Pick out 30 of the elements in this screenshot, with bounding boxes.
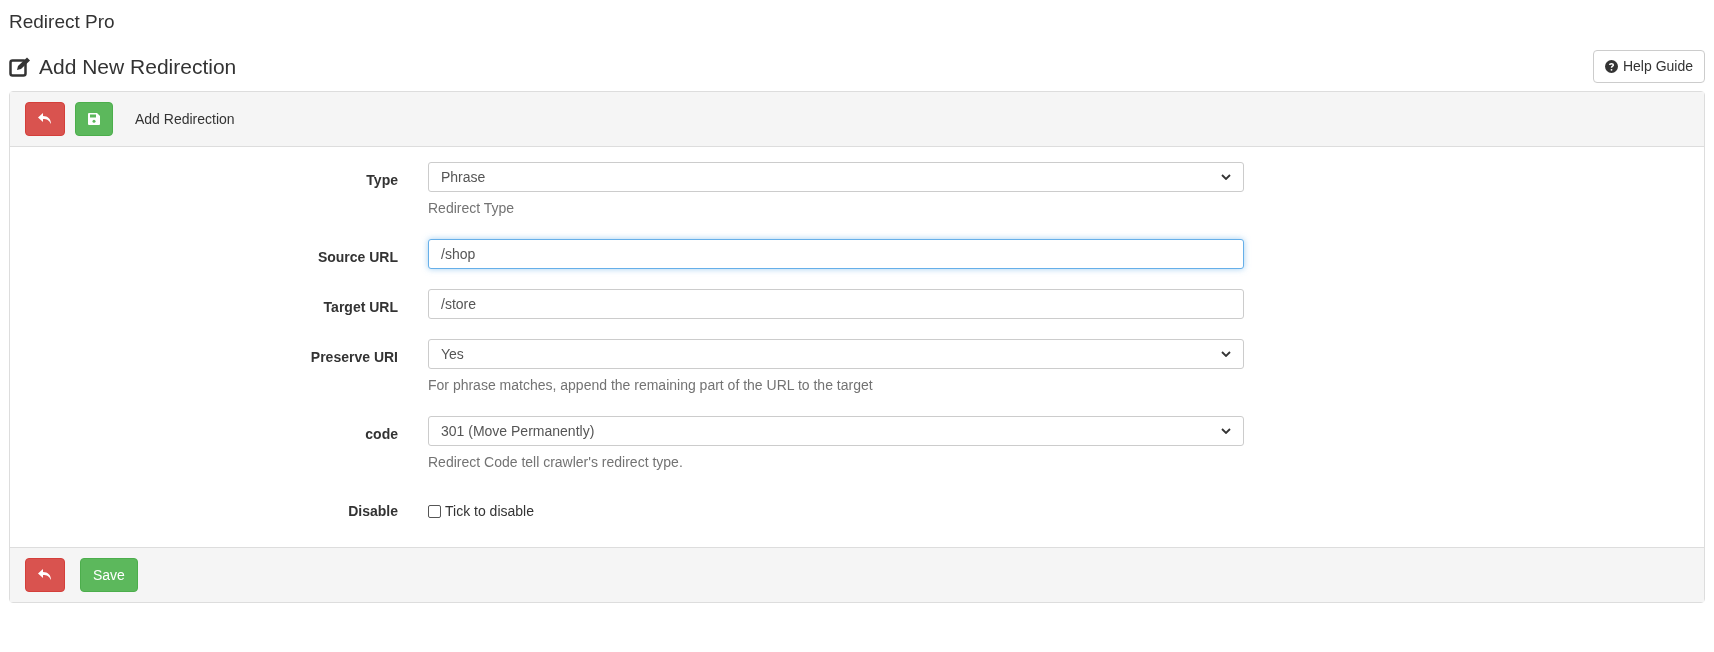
- field-label: Type: [366, 172, 398, 188]
- chevron-down-icon: [1221, 174, 1231, 180]
- dropdown[interactable]: Phrase: [428, 162, 1244, 192]
- edit-icon: [9, 56, 31, 77]
- checkbox-label: Tick to disable: [445, 502, 534, 521]
- panel-title: Add Redirection: [135, 109, 235, 129]
- reply-arrow-icon: [38, 113, 52, 125]
- field-label: Disable: [348, 503, 398, 519]
- page-heading: Add New Redirection: [39, 53, 237, 80]
- field-label: code: [365, 426, 398, 442]
- save-icon-button[interactable]: [75, 102, 113, 136]
- reply-arrow-icon: [38, 569, 52, 581]
- field-label: Source URL: [317, 249, 398, 265]
- text-input[interactable]: /store: [428, 289, 1244, 319]
- chevron-down-icon: [1221, 428, 1231, 434]
- help-text: Redirect Type: [428, 199, 516, 218]
- field-label: Target URL: [323, 299, 398, 315]
- dropdown[interactable]: Yes: [428, 339, 1244, 369]
- help-text: Redirect Code tell crawler's redirect type.: [428, 453, 684, 472]
- back-button[interactable]: [25, 102, 65, 136]
- checkbox[interactable]: [428, 505, 441, 518]
- page-title: Redirect Pro: [9, 10, 116, 34]
- help-guide-button[interactable]: Help Guide: [1592, 50, 1705, 83]
- question-circle-icon: [1604, 60, 1618, 73]
- dropdown[interactable]: 301 (Move Permanently): [428, 416, 1244, 446]
- help-text: For phrase matches, append the remaining part of the URL to the target: [428, 376, 874, 395]
- text-input[interactable]: /shop: [428, 239, 1244, 269]
- field-label: Preserve URI: [310, 349, 398, 365]
- chevron-down-icon: [1221, 351, 1231, 357]
- back-button[interactable]: [25, 558, 65, 592]
